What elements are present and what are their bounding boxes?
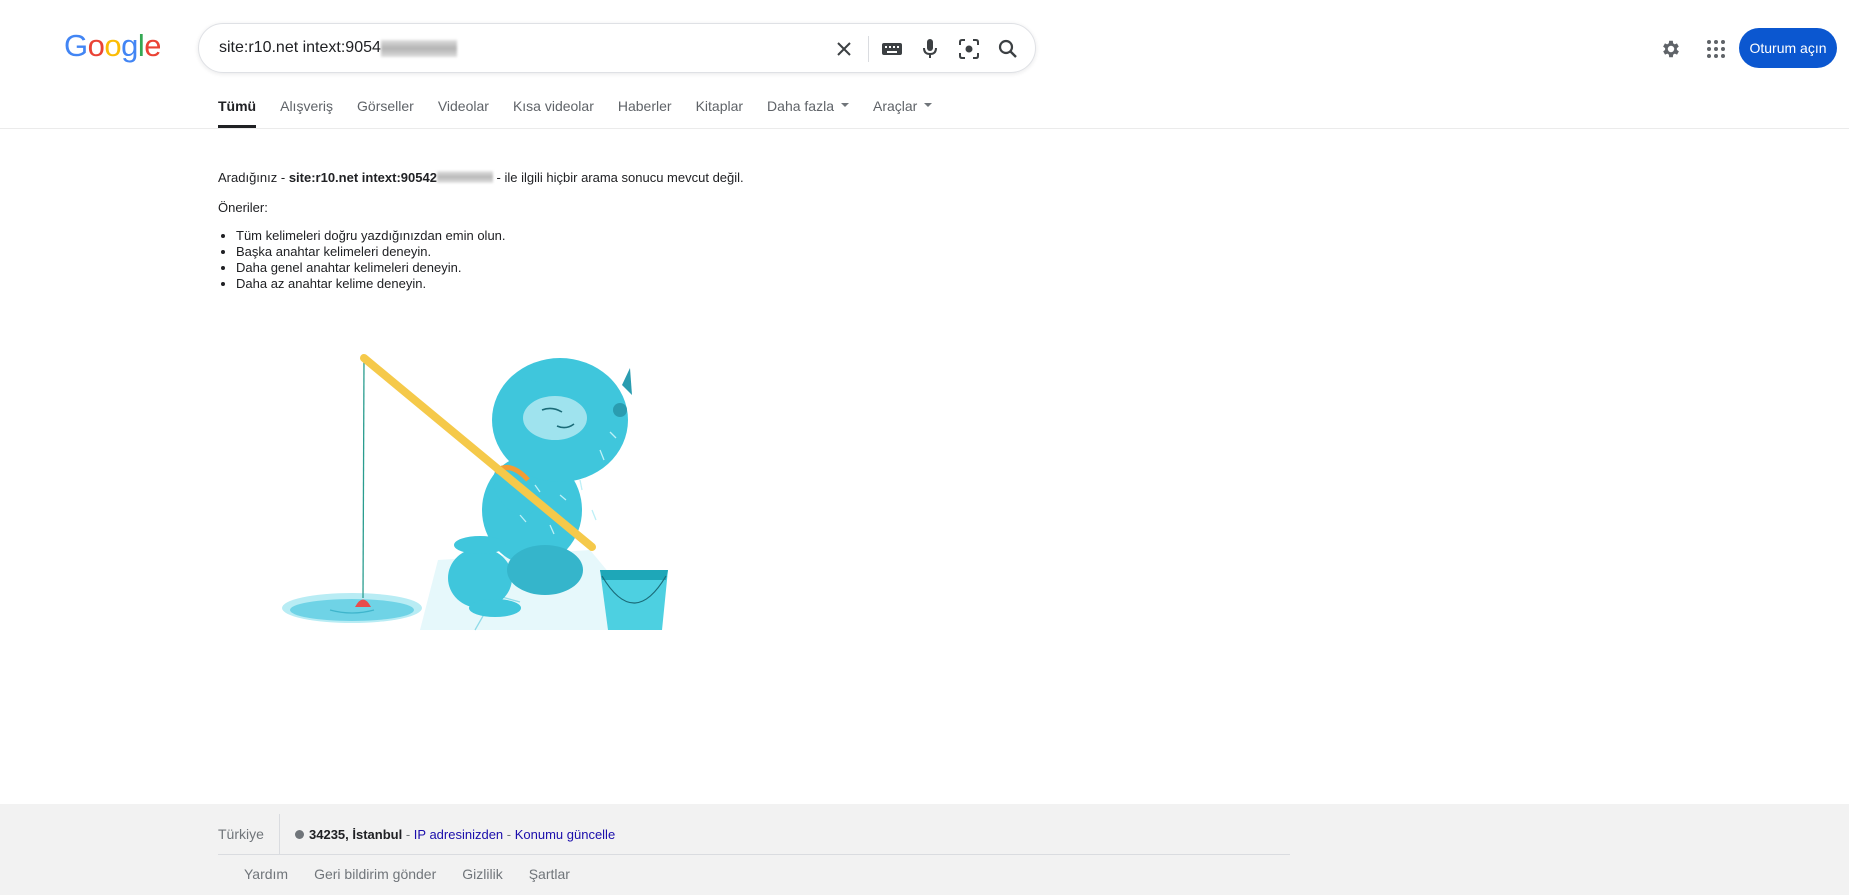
- search-icon[interactable]: [995, 36, 1021, 62]
- signin-button[interactable]: Oturum açın: [1739, 28, 1837, 68]
- search-input[interactable]: [219, 37, 719, 59]
- header: Google site:r10.net intext:9054 Oturum a…: [0, 0, 1849, 129]
- apps-grid-icon[interactable]: [1700, 33, 1732, 65]
- suggestion-item: Daha az anahtar kelime deneyin.: [236, 276, 506, 292]
- footer-link-feedback[interactable]: Geri bildirim gönder: [314, 866, 436, 882]
- footer-links: Yardım Geri bildirim gönder Gizlilik Şar…: [244, 866, 596, 882]
- svg-text:Google: Google: [64, 28, 160, 63]
- redacted-query-part: [436, 171, 493, 183]
- location-dot-icon: [295, 830, 304, 839]
- footer-divider: [279, 814, 280, 854]
- suggestion-item: Daha genel anahtar kelimeleri deneyin.: [236, 260, 506, 276]
- tab-all[interactable]: Tümü: [218, 98, 257, 128]
- tab-videos[interactable]: Videolar: [438, 98, 489, 128]
- location-text: 34235, İstanbul: [309, 827, 403, 842]
- tab-books[interactable]: Kitaplar: [696, 98, 743, 128]
- search-box: [198, 23, 1036, 73]
- settings-gear-icon[interactable]: [1655, 33, 1687, 65]
- caret-down-icon: [840, 103, 849, 108]
- tab-more[interactable]: Daha fazla: [767, 98, 849, 128]
- tab-short-videos[interactable]: Kısa videolar: [513, 98, 594, 128]
- ip-address-link[interactable]: IP adresinizden: [414, 827, 503, 842]
- no-results-message: Aradığınız - site:r10.net intext:90542 -…: [218, 170, 744, 185]
- footer-sep: -: [503, 827, 515, 842]
- suggestions-title: Öneriler:: [218, 200, 268, 215]
- google-logo[interactable]: Google: [64, 28, 160, 64]
- tab-tools[interactable]: Araçlar: [872, 98, 933, 128]
- microphone-icon[interactable]: [917, 36, 943, 62]
- no-results-query: site:r10.net intext:90542: [288, 170, 437, 185]
- tab-news[interactable]: Haberler: [618, 98, 672, 128]
- footer-sep: -: [402, 827, 414, 842]
- clear-icon[interactable]: [831, 36, 857, 62]
- redacted-query-part: [381, 40, 457, 57]
- update-location-link[interactable]: Konumu güncelle: [515, 827, 615, 842]
- tab-shopping[interactable]: Alışveriş: [280, 98, 333, 128]
- suggestion-item: Başka anahtar kelimeleri deneyin.: [236, 244, 506, 260]
- search-tabs: Tümü Alışveriş Görseller Videolar Kısa v…: [218, 98, 956, 128]
- footer-link-help[interactable]: Yardım: [244, 866, 288, 882]
- footer-divider: [218, 854, 1290, 855]
- no-results-suffix: - ile ilgili hiçbir arama sonucu mevcut …: [492, 170, 744, 185]
- footer-link-privacy[interactable]: Gizlilik: [462, 866, 502, 882]
- footer-country: Türkiye: [218, 826, 264, 842]
- tab-more-label: Daha fazla: [767, 98, 834, 114]
- search-divider: [868, 36, 869, 62]
- camera-lens-icon[interactable]: [956, 36, 982, 62]
- tab-images[interactable]: Görseller: [357, 98, 414, 128]
- keyboard-icon[interactable]: [879, 36, 905, 62]
- tab-tools-label: Araçlar: [872, 98, 918, 114]
- footer-link-terms[interactable]: Şartlar: [529, 866, 570, 882]
- footer: Türkiye 34235, İstanbul - IP adresinizde…: [0, 804, 1849, 895]
- no-results-prefix: Aradığınız -: [218, 170, 289, 185]
- caret-down-icon: [924, 103, 933, 108]
- footer-location: 34235, İstanbul - IP adresinizden - Konu…: [295, 827, 615, 842]
- suggestion-item: Tüm kelimeleri doğru yazdığınızdan emin …: [236, 228, 506, 244]
- suggestions-list: Tüm kelimeleri doğru yazdığınızdan emin …: [218, 228, 506, 292]
- fishing-yeti-illustration: [270, 340, 690, 640]
